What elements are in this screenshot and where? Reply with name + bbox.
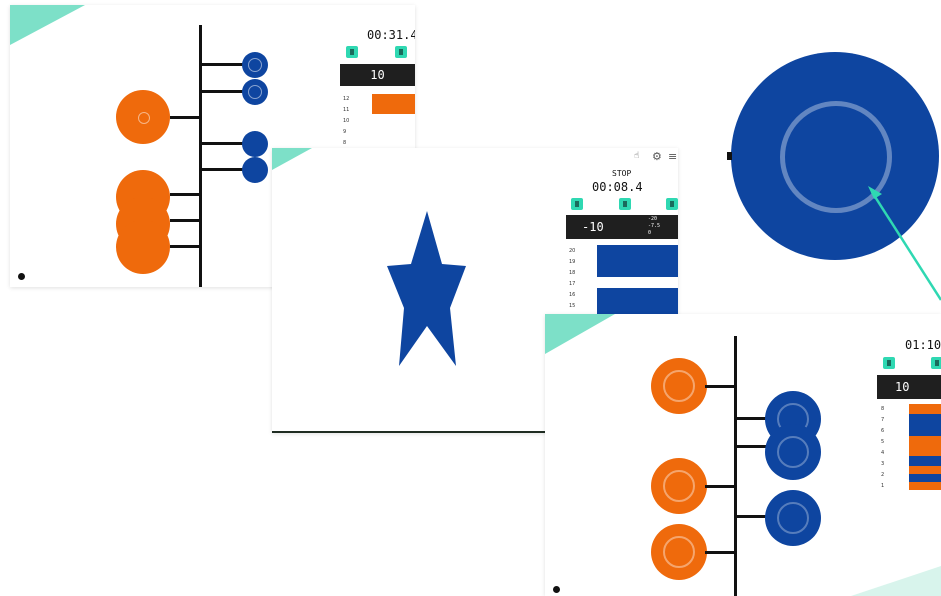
branch-line xyxy=(705,385,735,388)
tick-label: 3 xyxy=(881,461,885,467)
tick-label: 11 xyxy=(343,107,350,113)
stop-button[interactable] xyxy=(619,198,631,210)
tick-label: 10 xyxy=(343,118,350,124)
tick-label: 1 xyxy=(881,483,885,489)
status-label: STOP xyxy=(612,169,632,178)
progress-bar xyxy=(909,436,941,456)
disc-ring xyxy=(780,101,892,213)
branch-line xyxy=(170,245,200,248)
stop-button[interactable] xyxy=(395,46,407,58)
tick-label: 6 xyxy=(881,428,885,434)
next-button[interactable] xyxy=(666,198,678,210)
branch-line xyxy=(170,193,200,196)
disc-ring xyxy=(248,58,262,72)
rep-counter: 10 xyxy=(340,64,415,86)
panel-training-d: 01:10.0 10 8 7 6 5 4 3 2 1 xyxy=(545,314,941,596)
spine-line xyxy=(734,336,737,596)
touch-icon[interactable]: ☝ xyxy=(634,151,646,163)
blue-disc[interactable] xyxy=(242,157,268,183)
branch-line xyxy=(170,116,200,119)
menu-icon[interactable]: ≡ xyxy=(668,150,678,163)
progress-bar xyxy=(909,404,941,414)
tick-label: 18 xyxy=(569,270,576,276)
disc-ring xyxy=(663,536,695,568)
tick-label: 4 xyxy=(881,450,885,456)
tick-label: 8 xyxy=(881,406,885,412)
disc-ring xyxy=(777,436,809,468)
pause-button[interactable] xyxy=(346,46,358,58)
corner-accent xyxy=(272,148,312,170)
tick-label: 17 xyxy=(569,281,576,287)
session-timer: 00:31.4 xyxy=(367,28,415,42)
progress-bar xyxy=(909,474,941,482)
side-value: -20 xyxy=(648,216,658,222)
tick-label: 12 xyxy=(343,96,350,102)
branch-line xyxy=(705,551,735,554)
disc-ring xyxy=(663,370,695,402)
disc-ring xyxy=(138,112,150,124)
session-timer: 01:10.0 xyxy=(905,338,941,352)
tick-label: 16 xyxy=(569,292,576,298)
progress-bar xyxy=(909,466,941,474)
star-shape[interactable] xyxy=(385,208,485,378)
progress-bar xyxy=(909,414,941,436)
status-dot xyxy=(18,273,25,280)
disc-ring xyxy=(248,85,262,99)
rep-count-value: -10 xyxy=(582,220,604,234)
blue-disc[interactable] xyxy=(242,131,268,157)
progress-bar xyxy=(909,456,941,466)
side-value: 0 xyxy=(648,230,652,236)
stop-button[interactable] xyxy=(931,357,941,369)
tick-label: 20 xyxy=(569,248,576,254)
tick-label: 2 xyxy=(881,472,885,478)
corner-accent xyxy=(10,5,85,45)
rep-counter: -10 -20 -7.5 0 xyxy=(566,215,678,239)
status-dot xyxy=(553,586,560,593)
orange-disc[interactable] xyxy=(116,220,170,274)
settings-icon[interactable]: ⚙ xyxy=(652,150,664,163)
session-timer: 00:08.4 xyxy=(592,180,643,194)
progress-bar xyxy=(372,94,415,114)
tick-label: 19 xyxy=(569,259,576,265)
disc-handle[interactable] xyxy=(727,152,732,160)
disc-ring xyxy=(777,502,809,534)
tick-label: 5 xyxy=(881,439,885,445)
corner-accent-bottom xyxy=(851,566,941,596)
progress-bar xyxy=(597,245,678,277)
branch-line xyxy=(170,219,200,222)
progress-bar xyxy=(909,482,941,490)
branch-line xyxy=(705,485,735,488)
rep-counter: 10 xyxy=(877,375,941,399)
tick-label: 7 xyxy=(881,417,885,423)
side-value: -7.5 xyxy=(648,223,661,229)
tick-label: 9 xyxy=(343,129,347,135)
pause-button[interactable] xyxy=(883,357,895,369)
tick-label: 8 xyxy=(343,140,347,146)
tick-label: 15 xyxy=(569,303,576,309)
corner-accent xyxy=(545,314,615,354)
disc-ring xyxy=(663,470,695,502)
pause-button[interactable] xyxy=(571,198,583,210)
